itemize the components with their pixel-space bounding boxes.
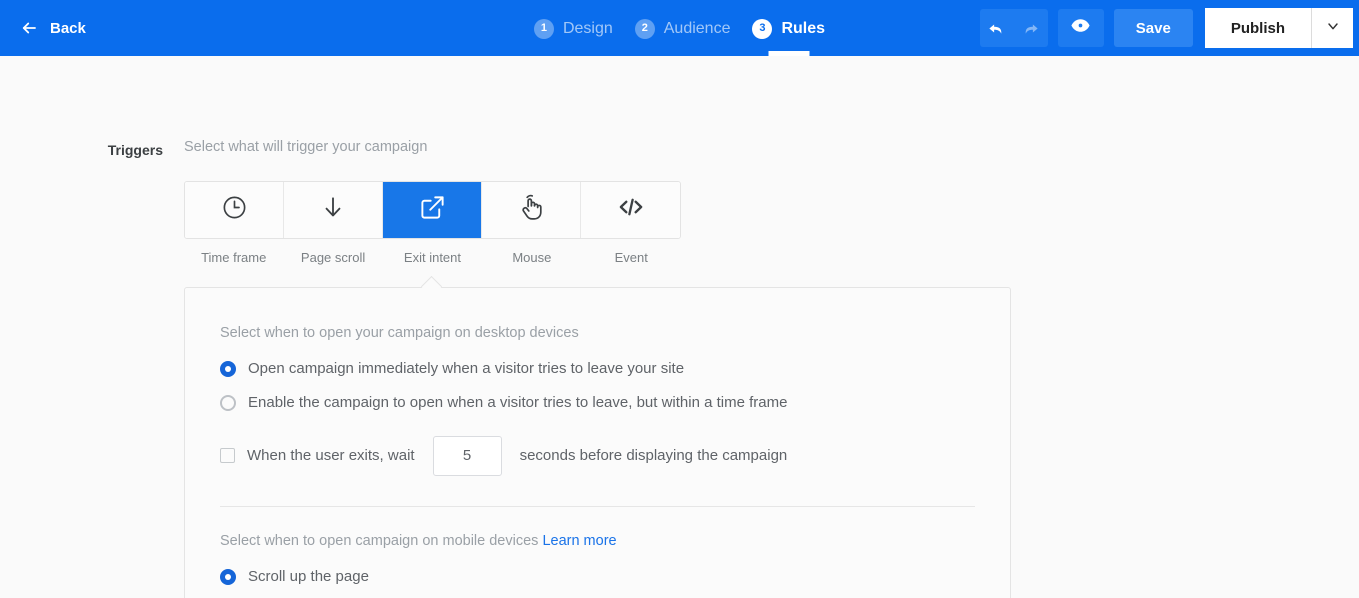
trigger-type-labels: Time frame Page scroll Exit intent Mouse…: [184, 250, 681, 265]
trigger-option-event[interactable]: [581, 181, 680, 238]
radio-mobile-scroll-up[interactable]: [220, 568, 236, 585]
exit-wait-prefix-label: When the user exits, wait: [247, 447, 415, 464]
arrow-down-icon: [320, 194, 346, 225]
publish-button[interactable]: Publish: [1204, 8, 1311, 48]
section-title-triggers: Triggers: [107, 142, 163, 158]
triggers-section: Select what will trigger your campaign T…: [184, 140, 1359, 598]
learn-more-link[interactable]: Learn more: [542, 533, 616, 549]
preview-button[interactable]: [1057, 9, 1104, 47]
clock-icon: [221, 194, 248, 226]
step-design-label: Design: [562, 19, 613, 37]
step-design[interactable]: 1 Design: [533, 0, 613, 56]
trigger-option-time-frame[interactable]: [185, 181, 284, 238]
publish-button-group: Publish: [1204, 8, 1353, 48]
triggers-helper-text: Select what will trigger your campaign: [184, 139, 428, 155]
code-icon: [617, 193, 645, 226]
trigger-settings-panel: Select when to open your campaign on des…: [184, 286, 1011, 598]
desktop-option-timeframe-label: Enable the campaign to open when a visit…: [248, 394, 788, 411]
publish-dropdown-toggle[interactable]: [1311, 8, 1353, 48]
radio-desktop-timeframe[interactable]: [220, 394, 236, 411]
hand-pointer-icon: [517, 193, 546, 227]
top-app-bar: Back 1 Design 2 Audience 3 Rules Save Pu…: [0, 0, 1359, 56]
undo-redo-group: [979, 9, 1048, 47]
trigger-label-page-scroll: Page scroll: [300, 249, 366, 265]
trigger-option-exit-intent[interactable]: [383, 181, 482, 238]
mobile-option-scroll-up-label: Scroll up the page: [248, 568, 369, 585]
redo-button[interactable]: [1014, 9, 1048, 47]
redo-icon: [1021, 19, 1040, 38]
exit-wait-suffix-label: seconds before displaying the campaign: [519, 447, 788, 464]
trigger-label-mouse: Mouse: [512, 249, 552, 265]
step-rules-label: Rules: [781, 19, 826, 37]
step-audience-number: 2: [634, 18, 655, 39]
chevron-down-icon: [1325, 18, 1341, 39]
step-design-number: 1: [533, 18, 554, 39]
desktop-option-immediate-label: Open campaign immediately when a visitor…: [248, 360, 685, 377]
trigger-option-page-scroll[interactable]: [284, 181, 383, 238]
exit-wait-row: When the user exits, wait seconds before…: [220, 435, 975, 476]
desktop-settings-title: Select when to open your campaign on des…: [220, 324, 579, 341]
mobile-settings-title-text: Select when to open campaign on mobile d…: [220, 532, 539, 549]
desktop-option-immediate[interactable]: Open campaign immediately when a visitor…: [220, 360, 975, 377]
external-link-icon: [419, 194, 446, 226]
eye-icon: [1070, 15, 1091, 41]
page-content: Triggers Select what will trigger your c…: [0, 56, 1359, 598]
back-button-label: Back: [50, 19, 86, 37]
panel-divider: [220, 505, 975, 507]
radio-desktop-immediate[interactable]: [220, 360, 236, 377]
step-audience-label: Audience: [663, 19, 731, 37]
trigger-label-time-frame: Time frame: [201, 249, 267, 265]
arrow-left-icon: [20, 19, 38, 37]
checkbox-exit-wait[interactable]: [220, 448, 235, 463]
exit-wait-seconds-input[interactable]: [432, 435, 502, 476]
back-button[interactable]: Back: [16, 13, 90, 43]
save-button[interactable]: Save: [1113, 9, 1193, 47]
step-audience[interactable]: 2 Audience: [634, 0, 731, 56]
step-rules[interactable]: 3 Rules: [752, 0, 825, 56]
undo-button[interactable]: [980, 9, 1014, 47]
undo-icon: [987, 19, 1006, 38]
step-rules-number: 3: [752, 18, 773, 39]
trigger-option-mouse[interactable]: [482, 181, 581, 238]
trigger-type-selector: [184, 180, 681, 239]
trigger-label-event: Event: [614, 249, 648, 265]
trigger-settings-panel-wrapper: Select when to open your campaign on des…: [184, 275, 1011, 598]
mobile-option-scroll-up[interactable]: Scroll up the page: [220, 568, 975, 585]
trigger-label-exit-intent: Exit intent: [403, 249, 462, 265]
top-bar-actions: Save Publish: [979, 0, 1359, 56]
desktop-option-timeframe[interactable]: Enable the campaign to open when a visit…: [220, 394, 975, 411]
mobile-settings-title: Select when to open campaign on mobile d…: [220, 533, 975, 549]
